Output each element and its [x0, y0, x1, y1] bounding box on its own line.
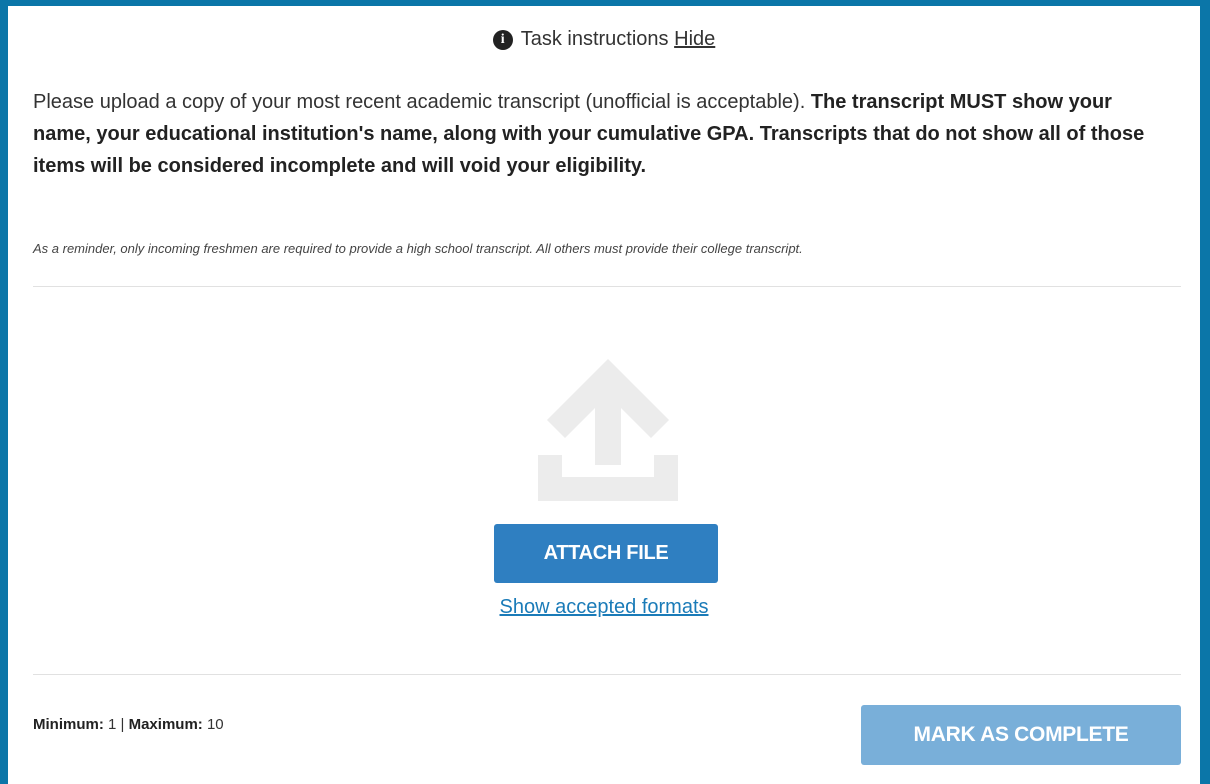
divider-top — [33, 286, 1181, 287]
reminder-note: As a reminder, only incoming freshmen ar… — [33, 241, 803, 256]
hide-instructions-link[interactable]: Hide — [674, 28, 715, 50]
file-limits: Minimum: 1 | Maximum: 10 — [33, 716, 224, 733]
mark-as-complete-button[interactable]: MARK AS COMPLETE — [861, 705, 1181, 765]
maximum-value: 10 — [206, 716, 224, 733]
attach-file-button[interactable]: ATTACH FILE — [494, 524, 718, 583]
limits-separator: | — [120, 716, 125, 733]
minimum-label: Minimum: — [33, 716, 104, 733]
maximum-label: Maximum: — [128, 716, 203, 733]
show-accepted-formats-link[interactable]: Show accepted formats — [8, 596, 1200, 619]
task-instructions-header: i Task instructions Hide — [8, 28, 1200, 51]
instructions-text: Please upload a copy of your most recent… — [33, 86, 1163, 182]
info-icon: i — [492, 30, 513, 50]
upload-icon — [538, 359, 678, 501]
divider-bottom — [33, 674, 1181, 675]
instructions-normal: Please upload a copy of your most recent… — [33, 91, 806, 113]
task-instructions-label: Task instructions — [520, 28, 669, 50]
minimum-value: 1 — [108, 716, 117, 733]
task-panel: i Task instructions Hide Please upload a … — [8, 6, 1200, 784]
